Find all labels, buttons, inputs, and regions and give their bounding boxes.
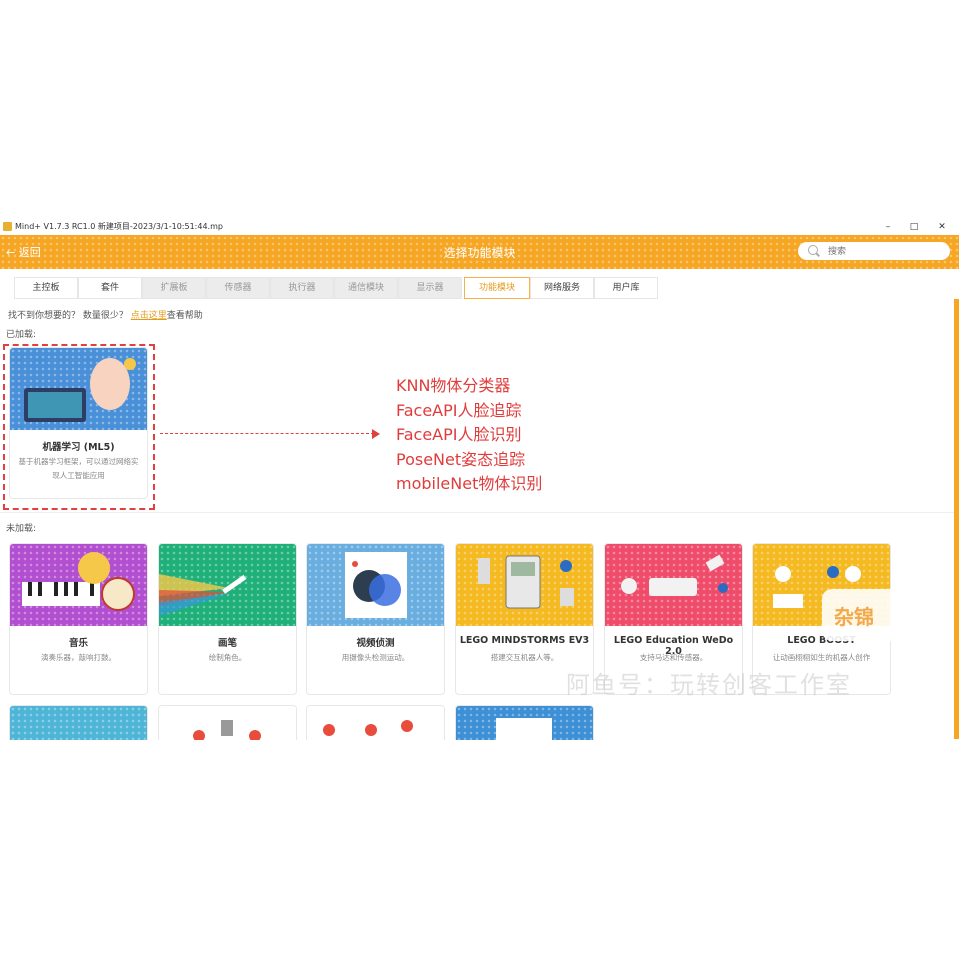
module-name: 画笔	[217, 638, 237, 649]
module-desc: 绘制角色。	[208, 653, 247, 662]
tab-kits[interactable]: 套件	[78, 277, 142, 299]
module-card-pen[interactable]: 画笔 绘制角色。	[158, 543, 297, 695]
drone-illustration-icon	[193, 720, 261, 740]
help-link[interactable]: 点击这里	[131, 311, 167, 321]
row3-card-image	[159, 706, 296, 740]
hint-text: 找不到你想要的？ 数量很少？	[8, 311, 128, 321]
row3-card-image	[456, 706, 593, 740]
help-hint: 找不到你想要的？ 数量很少？ 点击这里查看帮助	[8, 308, 203, 321]
highlight-box	[3, 344, 155, 510]
loaded-section-label: 已加载:	[6, 330, 37, 340]
annotation-line: PoseNet姿态追踪	[396, 449, 526, 469]
annotation-list: KNN物体分类器 FaceAPI人脸追踪 FaceAPI人脸识别 PoseNet…	[396, 374, 542, 497]
search-box[interactable]	[798, 242, 950, 260]
tab-sensors[interactable]: 传感器	[206, 277, 270, 299]
module-desc: 支持马达和传感器。	[639, 653, 708, 662]
module-card-row3-4[interactable]	[455, 705, 594, 740]
module-header: ← 返回 选择功能模块	[0, 235, 959, 269]
minimize-button[interactable]: –	[876, 220, 900, 234]
screen-illustration-icon	[496, 718, 552, 740]
tab-user-library[interactable]: 用户库	[594, 277, 658, 299]
tab-display[interactable]: 显示器	[398, 277, 462, 299]
tab-mainboard[interactable]: 主控板	[14, 277, 78, 299]
ev3-illustration-icon	[478, 555, 574, 609]
module-desc: 搭建交互机器人等。	[490, 653, 559, 662]
tab-communication[interactable]: 通信模块	[334, 277, 398, 299]
tab-network-services[interactable]: 网络服务	[530, 277, 594, 299]
module-desc: 用摄像头检测运动。	[341, 653, 410, 662]
module-card-row3-2[interactable]	[158, 705, 297, 740]
app-logo-icon	[3, 222, 12, 231]
row3-card-image	[10, 706, 147, 740]
annotation-arrow-head	[372, 429, 380, 439]
search-icon	[808, 245, 818, 255]
section-divider	[0, 512, 959, 513]
pen-illustration-icon	[159, 574, 247, 616]
watermark-text: 阿鱼号：玩转创客工作室	[566, 671, 852, 699]
unloaded-section-label: 未加载:	[6, 524, 37, 534]
row3-card-image	[307, 706, 444, 740]
annotation-line: mobileNet物体识别	[396, 474, 543, 493]
module-desc: 让动画栩栩如生的机器人创作	[772, 653, 871, 662]
module-desc: 演奏乐器，敲响打鼓。	[41, 653, 116, 662]
window-titlebar: Mind+ V1.7.3 RC1.0 新建项目-2023/3/1-10:51:4…	[0, 219, 959, 235]
module-card-video-sensing[interactable]: 视频侦测 用摄像头检测运动。	[306, 543, 445, 695]
video-illustration-icon	[345, 552, 407, 618]
music-card-image	[10, 544, 147, 626]
ev3-card-image	[456, 544, 593, 626]
module-card-music[interactable]: 音乐 演奏乐器，敲响打鼓。	[9, 543, 148, 695]
watermark-logo-text: 杂锦	[834, 605, 874, 629]
wedo-illustration-icon	[621, 554, 728, 596]
close-button[interactable]: ✕	[930, 220, 954, 234]
annotation-line: KNN物体分类器	[396, 376, 511, 395]
hint-suffix: 查看帮助	[166, 311, 203, 321]
window-title: Mind+ V1.7.3 RC1.0 新建项目-2023/3/1-10:51:4…	[15, 222, 223, 231]
annotation-arrow	[160, 433, 374, 434]
module-card-row3-3[interactable]	[306, 705, 445, 740]
app-window: Mind+ V1.7.3 RC1.0 新建项目-2023/3/1-10:51:4…	[0, 219, 959, 740]
module-name: 视频侦测	[356, 638, 395, 649]
search-input[interactable]	[826, 244, 940, 260]
video-card-image	[307, 544, 444, 626]
maximize-button[interactable]: □	[902, 220, 926, 234]
annotation-line: FaceAPI人脸追踪	[396, 400, 522, 420]
tab-actuators[interactable]: 执行器	[270, 277, 334, 299]
tab-function-modules[interactable]: 功能模块	[464, 277, 530, 299]
wedo-card-image	[605, 544, 742, 626]
module-card-row3-1[interactable]	[9, 705, 148, 740]
scrollbar[interactable]	[954, 299, 959, 739]
drone-illustration-icon	[323, 720, 413, 736]
watermark-logo: 杂锦	[822, 589, 916, 641]
module-name: LEGO MINDSTORMS EV3	[459, 635, 590, 646]
tab-expansion[interactable]: 扩展板	[142, 277, 206, 299]
annotation-line: FaceAPI人脸识别	[396, 425, 522, 444]
module-name: 音乐	[68, 638, 88, 649]
music-illustration-icon	[22, 552, 135, 611]
pen-card-image	[159, 544, 296, 626]
